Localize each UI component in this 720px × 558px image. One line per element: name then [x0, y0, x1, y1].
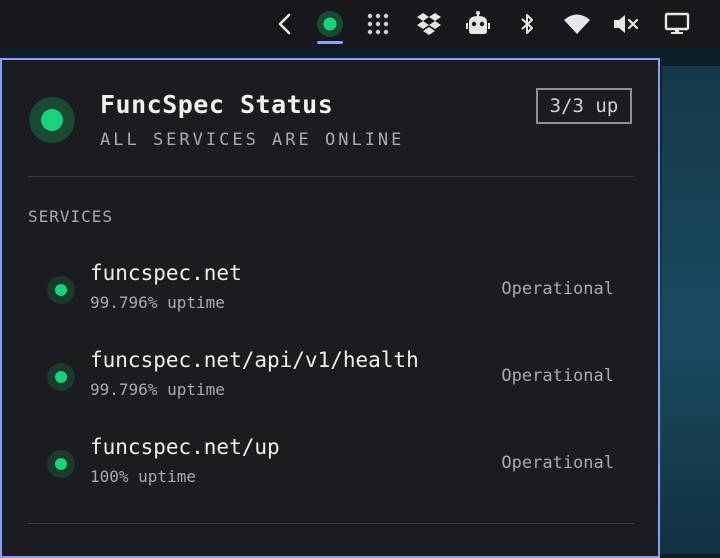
status-popup: FuncSpec Status ALL SERVICES ARE ONLINE … [0, 58, 660, 558]
page-title: FuncSpec Status [100, 90, 334, 119]
service-uptime: 99.796% uptime [90, 380, 225, 399]
service-item[interactable]: funcspec.net/up 100% uptime Operational [2, 435, 658, 505]
service-item[interactable]: funcspec.net/api/v1/health 99.796% uptim… [2, 348, 658, 418]
service-status: Operational [501, 453, 614, 473]
bluetooth-icon[interactable] [513, 10, 541, 38]
top-bar [0, 0, 720, 48]
section-label: SERVICES [28, 207, 114, 226]
grid-dots-icon[interactable] [364, 10, 392, 38]
active-indicator [317, 41, 343, 44]
service-status: Operational [501, 279, 614, 299]
volume-muted-icon[interactable] [612, 10, 640, 38]
service-uptime: 100% uptime [90, 467, 196, 486]
service-status-dot [47, 450, 75, 478]
status-dot-icon[interactable] [316, 10, 344, 38]
monitor-icon[interactable] [663, 10, 691, 38]
dropbox-icon[interactable] [415, 10, 443, 38]
service-status-dot [47, 276, 75, 304]
status-badge: 3/3 up [536, 88, 632, 124]
service-uptime: 99.796% uptime [90, 293, 225, 312]
divider [28, 523, 634, 524]
status-summary: ALL SERVICES ARE ONLINE [100, 130, 405, 150]
desktop-background-glow [662, 66, 720, 554]
wifi-icon[interactable] [563, 10, 591, 38]
service-name: funcspec.net [90, 261, 242, 285]
service-name: funcspec.net/api/v1/health [90, 348, 419, 372]
chevron-left-icon[interactable] [271, 10, 299, 38]
service-status: Operational [501, 366, 614, 386]
overall-status-dot [29, 97, 75, 143]
service-item[interactable]: funcspec.net 99.796% uptime Operational [2, 261, 658, 331]
robot-icon[interactable] [464, 10, 492, 38]
service-status-dot [47, 363, 75, 391]
divider [28, 176, 634, 177]
service-name: funcspec.net/up [90, 435, 280, 459]
